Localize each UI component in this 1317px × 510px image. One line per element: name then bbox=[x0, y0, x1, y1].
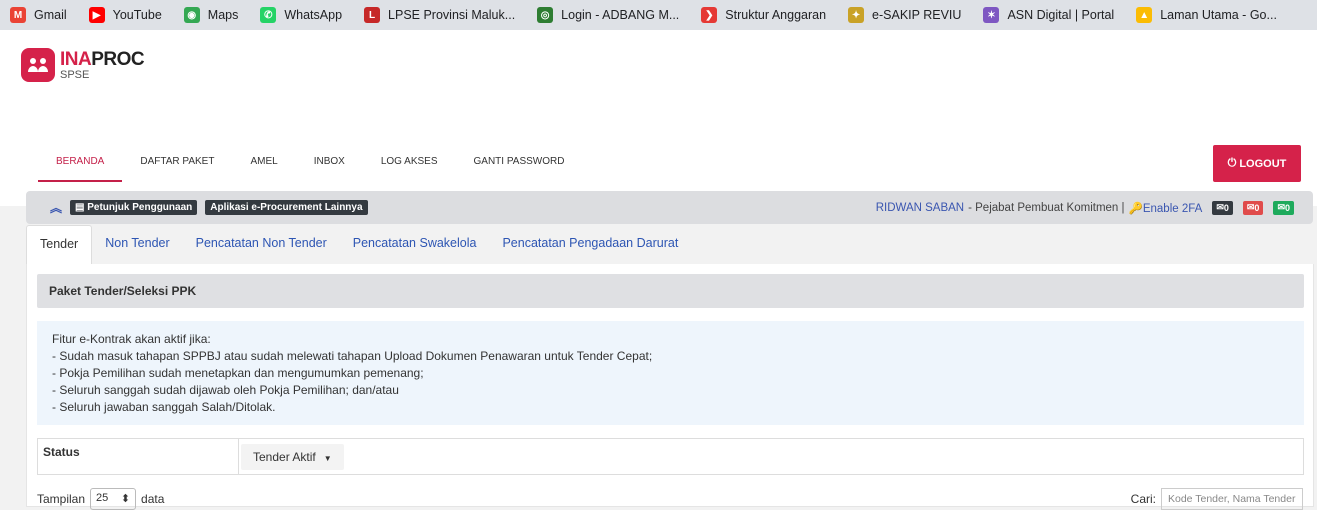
info-bar: ︽ ▤ Petunjuk Penggunaan Aplikasi e-Procu… bbox=[26, 191, 1313, 224]
bookmark-label: YouTube bbox=[112, 8, 162, 22]
chevron-up-icon[interactable]: ︽ bbox=[50, 199, 62, 216]
drive-icon: ▲ bbox=[1136, 7, 1153, 23]
bookmark-label: Maps bbox=[207, 8, 239, 22]
key-icon: 🔑 bbox=[1128, 202, 1143, 215]
notice-line: - Seluruh sanggah sudah dijawab oleh Pok… bbox=[52, 383, 399, 398]
panel-title: Paket Tender/Seleksi PPK bbox=[37, 274, 1304, 308]
logout-label: LOGOUT bbox=[1239, 157, 1287, 170]
data-label: data bbox=[141, 492, 165, 506]
package-tabs: Tender Non Tender Pencatatan Non Tender … bbox=[26, 225, 1314, 264]
status-dropdown[interactable]: Tender Aktif ▼ bbox=[241, 444, 344, 470]
e-kontrak-notice: Fitur e-Kontrak akan aktif jika: - Sudah… bbox=[37, 321, 1304, 425]
inbox-badge[interactable]: ✉ 0 bbox=[1212, 200, 1233, 215]
status-filter-row: Status Tender Aktif ▼ bbox=[37, 438, 1304, 475]
logo-wordmark: INAPROC bbox=[60, 49, 145, 70]
bookmark-label: Login - ADBANG M... bbox=[561, 8, 680, 22]
lpse-icon: L bbox=[364, 7, 381, 23]
youtube-icon: ▶ bbox=[88, 7, 105, 23]
nav-beranda[interactable]: BERANDA bbox=[38, 145, 123, 182]
envelope-red-icon: ✉ bbox=[1246, 202, 1255, 212]
gmail-icon: M bbox=[10, 7, 26, 23]
user-role: - Pejabat Pembuat Komitmen | bbox=[968, 201, 1125, 214]
bookmark-item[interactable]: L LPSE Provinsi Maluk... bbox=[364, 7, 515, 23]
nav-ganti-password[interactable]: GANTI PASSWORD bbox=[456, 145, 583, 182]
bookmark-item[interactable]: M Gmail bbox=[10, 7, 67, 23]
notice-line: - Sudah masuk tahapan SPPBJ atau sudah m… bbox=[52, 349, 653, 364]
envelope-open-icon: ✉ bbox=[1277, 202, 1285, 212]
struktur-icon: ❯ bbox=[701, 7, 718, 23]
bookmark-item[interactable]: ◎ Login - ADBANG M... bbox=[537, 7, 679, 23]
tampilan-label: Tampilan bbox=[37, 492, 86, 506]
status-value: Tender Aktif bbox=[253, 450, 316, 464]
tab-non-tender[interactable]: Non Tender bbox=[92, 225, 182, 264]
enable-2fa-label: Enable 2FA bbox=[1142, 202, 1203, 215]
nav-inbox[interactable]: INBOX bbox=[296, 145, 363, 182]
petunjuk-link[interactable]: ▤ Petunjuk Penggunaan bbox=[70, 200, 198, 215]
tender-panel: Paket Tender/Seleksi PPK Fitur e-Kontrak… bbox=[26, 264, 1314, 510]
bookmark-item[interactable]: ❯ Struktur Anggaran bbox=[701, 7, 826, 23]
search-label: Cari: bbox=[1130, 492, 1156, 506]
nav-log-akses[interactable]: LOG AKSES bbox=[363, 145, 456, 182]
notice-line: - Seluruh jawaban sanggah Salah/Ditolak. bbox=[52, 400, 276, 415]
bookmark-label: WhatsApp bbox=[284, 8, 343, 22]
power-icon: ⏻ bbox=[1227, 157, 1237, 169]
petunjuk-label: Petunjuk Penggunaan bbox=[87, 202, 193, 213]
spinner-icon: ⬍ bbox=[120, 493, 131, 505]
bookmark-label: ASN Digital | Portal bbox=[1007, 8, 1115, 22]
aplikasi-link[interactable]: Aplikasi e-Procurement Lainnya bbox=[205, 200, 368, 215]
notice-line: Fitur e-Kontrak akan aktif jika: bbox=[52, 332, 211, 346]
tab-pencatatan-swakelola[interactable]: Pencatatan Swakelola bbox=[340, 225, 490, 264]
read-badge[interactable]: ✉ 0 bbox=[1273, 200, 1294, 215]
garuda-icon: ✦ bbox=[848, 7, 865, 23]
enable-2fa-link[interactable]: 🔑Enable 2FA bbox=[1129, 201, 1203, 215]
envelope-icon: ✉ bbox=[1216, 202, 1224, 212]
notice-line: - Pokja Pemilihan sudah menetapkan dan m… bbox=[52, 366, 424, 381]
bookmarks-bar: M Gmail ▶ YouTube ◉ Maps ✆ WhatsApp L LPSE Provin… bbox=[0, 0, 1317, 30]
site-header: INAPROC SPSE BERANDA DAFTAR PAKET AMEL I… bbox=[0, 30, 1317, 224]
tab-tender[interactable]: Tender bbox=[26, 225, 93, 264]
bookmark-label: Struktur Anggaran bbox=[725, 8, 827, 22]
logo-proc: PROC bbox=[91, 49, 145, 70]
logo-ina: INA bbox=[60, 49, 92, 70]
unread-count: 0 bbox=[1254, 202, 1260, 213]
maps-icon: ◉ bbox=[183, 7, 200, 23]
unread-badge[interactable]: ✉ 0 bbox=[1242, 200, 1264, 215]
bookmark-item[interactable]: ✶ ASN Digital | Portal bbox=[983, 7, 1114, 23]
inbox-count: 0 bbox=[1223, 202, 1229, 213]
logout-button[interactable]: ⏻ LOGOUT bbox=[1213, 145, 1301, 182]
tab-pencatatan-pengadaan-darurat[interactable]: Pencatatan Pengadaan Darurat bbox=[489, 225, 691, 264]
bookmark-label: Laman Utama - Go... bbox=[1160, 8, 1277, 22]
bookmark-item[interactable]: ▲ Laman Utama - Go... bbox=[1136, 7, 1277, 23]
bookmark-item[interactable]: ✦ e-SAKIP REVIU bbox=[848, 7, 961, 23]
status-label: Status bbox=[38, 439, 239, 474]
logo-subtitle: SPSE bbox=[60, 69, 90, 81]
read-count: 0 bbox=[1284, 202, 1290, 213]
logo-icon bbox=[21, 48, 55, 82]
tab-pencatatan-non-tender[interactable]: Pencatatan Non Tender bbox=[183, 225, 340, 264]
bookmark-label: Gmail bbox=[34, 8, 67, 22]
nav-daftar-paket[interactable]: DAFTAR PAKET bbox=[122, 145, 232, 182]
inaproc-logo[interactable]: INAPROC SPSE bbox=[21, 48, 145, 82]
user-name[interactable]: RIDWAN SABAN bbox=[876, 202, 964, 214]
nav-amel[interactable]: AMEL bbox=[232, 145, 295, 182]
bookmark-item[interactable]: ✆ WhatsApp bbox=[260, 7, 342, 23]
whatsapp-icon: ✆ bbox=[260, 7, 277, 23]
main-nav: BERANDA DAFTAR PAKET AMEL INBOX LOG AKSE… bbox=[38, 145, 582, 182]
bookmark-item[interactable]: ▶ YouTube bbox=[88, 7, 162, 23]
book-icon: ▤ bbox=[75, 202, 88, 213]
asn-icon: ✶ bbox=[983, 7, 1000, 23]
bookmark-label: LPSE Provinsi Maluk... bbox=[388, 8, 516, 22]
adbang-icon: ◎ bbox=[537, 7, 554, 23]
main-content: Tender Non Tender Pencatatan Non Tender … bbox=[26, 225, 1314, 510]
page-length-value: 25 bbox=[96, 492, 109, 504]
bookmark-item[interactable]: ◉ Maps bbox=[183, 7, 239, 23]
caret-down-icon: ▼ bbox=[323, 454, 332, 463]
bookmark-label: e-SAKIP REVIU bbox=[872, 8, 962, 22]
